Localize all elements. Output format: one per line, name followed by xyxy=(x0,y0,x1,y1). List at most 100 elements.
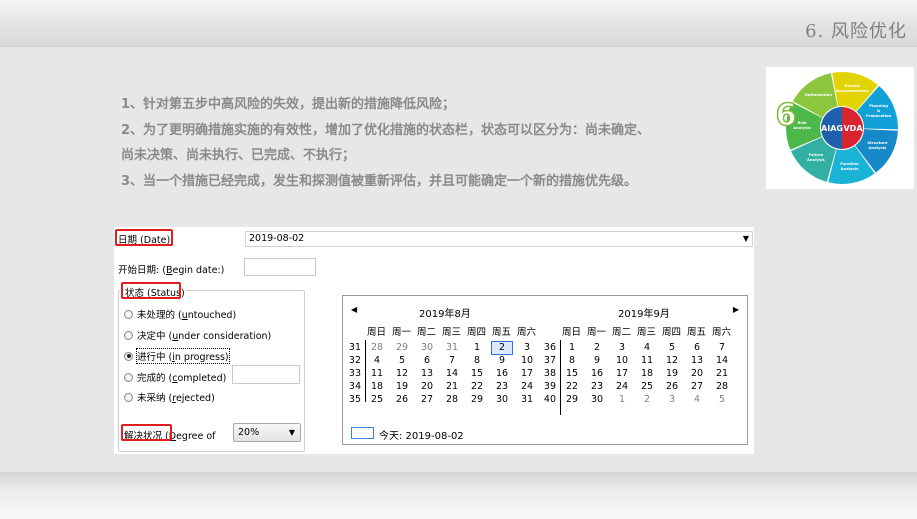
calendar-day[interactable]: 24 xyxy=(517,381,537,392)
calendar-day[interactable]: 19 xyxy=(392,381,412,392)
radio-under-consideration[interactable]: 决定中 (under consideration) xyxy=(124,328,271,342)
radio-untouched-button[interactable] xyxy=(124,309,133,319)
calendar-day[interactable]: 13 xyxy=(417,368,437,379)
calendar-day[interactable]: 21 xyxy=(442,381,462,392)
calendar-day[interactable]: 31 xyxy=(442,342,462,353)
calendar-day[interactable]: 29 xyxy=(467,394,487,405)
calendar-day[interactable]: 12 xyxy=(662,355,682,366)
chevron-down-icon[interactable]: ▼ xyxy=(289,428,295,437)
aiag-vda-wheel: Results Documentation Planning & Preparation… xyxy=(766,67,914,189)
calendar-day[interactable]: 10 xyxy=(612,355,632,366)
calendar-day[interactable]: 24 xyxy=(612,381,632,392)
week-number: 38 xyxy=(543,368,556,379)
calendar-day[interactable]: 4 xyxy=(687,394,707,405)
calendar-day[interactable]: 27 xyxy=(687,381,707,392)
degree-dropdown[interactable]: 20% ▼ xyxy=(233,423,301,442)
radio-rejected-button[interactable] xyxy=(124,392,133,402)
calendar-day[interactable]: 12 xyxy=(392,368,412,379)
calendar-day[interactable]: 11 xyxy=(637,355,657,366)
weekday-label: 周五 xyxy=(687,327,707,338)
calendar-day[interactable]: 14 xyxy=(442,368,462,379)
today-marker[interactable] xyxy=(351,427,374,439)
calendar-day[interactable]: 5 xyxy=(662,342,682,353)
calendar-day[interactable]: 7 xyxy=(442,355,462,366)
calendar-day[interactable]: 1 xyxy=(612,394,632,405)
calendar-day[interactable]: 1 xyxy=(467,342,487,353)
calendar-day[interactable]: 13 xyxy=(687,355,707,366)
radio-untouched[interactable]: 未处理的 (untouched) xyxy=(124,307,236,321)
radio-under-consideration-button[interactable] xyxy=(124,330,133,340)
today-label[interactable]: 今天: 2019-08-02 xyxy=(379,427,464,442)
calendar-day[interactable]: 25 xyxy=(637,381,657,392)
calendar-day[interactable]: 8 xyxy=(467,355,487,366)
calendar-day[interactable]: 9 xyxy=(492,355,512,366)
weekday-label: 周一 xyxy=(587,327,607,338)
next-month-icon[interactable]: ▶ xyxy=(733,305,739,314)
month-title: 2019年9月 xyxy=(618,309,670,320)
calendar-day[interactable]: 20 xyxy=(687,368,707,379)
calendar-day[interactable]: 21 xyxy=(712,368,732,379)
month-title: 2019年8月 xyxy=(419,309,471,320)
wheel-center-vda: VDA xyxy=(843,124,863,133)
calendar-day[interactable]: 6 xyxy=(687,342,707,353)
calendar-day[interactable]: 22 xyxy=(467,381,487,392)
calendar-day[interactable]: 14 xyxy=(712,355,732,366)
wheel-segment-label: Failure Analysis xyxy=(807,152,826,162)
calendar-day[interactable]: 27 xyxy=(417,394,437,405)
calendar-day[interactable]: 30 xyxy=(587,394,607,405)
calendar-day[interactable]: 3 xyxy=(517,342,537,353)
weekday-header: 周日 周一 周二 周三 周四 周五 周六 xyxy=(367,324,542,338)
calendar-day[interactable]: 28 xyxy=(367,342,387,353)
calendar-day[interactable]: 16 xyxy=(492,368,512,379)
radio-completed-button[interactable] xyxy=(124,372,133,382)
calendar-day[interactable]: 2 xyxy=(587,342,607,353)
prev-month-icon[interactable]: ◀ xyxy=(351,305,357,314)
calendar-day[interactable]: 11 xyxy=(367,368,387,379)
calendar-day[interactable]: 31 xyxy=(517,394,537,405)
calendar-day[interactable]: 16 xyxy=(587,368,607,379)
calendar-day[interactable]: 26 xyxy=(392,394,412,405)
calendar-day[interactable]: 4 xyxy=(367,355,387,366)
calendar-day[interactable]: 2 xyxy=(492,342,512,353)
date-combobox[interactable]: 2019-08-02 ▼ xyxy=(245,231,753,247)
calendar-day[interactable]: 22 xyxy=(562,381,582,392)
completed-date-input[interactable] xyxy=(232,365,300,384)
calendar-day[interactable]: 17 xyxy=(612,368,632,379)
calendar-day[interactable]: 25 xyxy=(367,394,387,405)
calendar-day[interactable]: 3 xyxy=(612,342,632,353)
radio-in-progress[interactable]: 进行中 (in progress) xyxy=(124,348,230,364)
calendar-day[interactable]: 5 xyxy=(392,355,412,366)
calendar-day[interactable]: 5 xyxy=(712,394,732,405)
calendar-day[interactable]: 30 xyxy=(417,342,437,353)
calendar-day[interactable]: 17 xyxy=(517,368,537,379)
calendar-day[interactable]: 18 xyxy=(637,368,657,379)
calendar-day[interactable]: 4 xyxy=(637,342,657,353)
calendar-day[interactable]: 15 xyxy=(562,368,582,379)
radio-in-progress-button[interactable] xyxy=(124,351,133,361)
calendar-day[interactable]: 8 xyxy=(562,355,582,366)
radio-completed[interactable]: 完成的 (completed) xyxy=(124,370,226,384)
chevron-down-icon[interactable]: ▼ xyxy=(743,234,749,243)
begin-date-input[interactable] xyxy=(244,258,316,276)
calendar-day[interactable]: 9 xyxy=(587,355,607,366)
calendar-day[interactable]: 23 xyxy=(587,381,607,392)
calendar-day[interactable]: 7 xyxy=(712,342,732,353)
calendar-day[interactable]: 6 xyxy=(417,355,437,366)
calendar-day[interactable]: 29 xyxy=(392,342,412,353)
calendar-day[interactable]: 28 xyxy=(712,381,732,392)
calendar-day[interactable]: 29 xyxy=(562,394,582,405)
radio-rejected[interactable]: 未采纳 (rejected) xyxy=(124,390,215,404)
highlight-date-label xyxy=(115,229,173,246)
calendar-day[interactable]: 20 xyxy=(417,381,437,392)
calendar-day[interactable]: 10 xyxy=(517,355,537,366)
calendar-day[interactable]: 2 xyxy=(637,394,657,405)
calendar-day[interactable]: 15 xyxy=(467,368,487,379)
calendar-day[interactable]: 1 xyxy=(562,342,582,353)
calendar-day[interactable]: 3 xyxy=(662,394,682,405)
calendar-day[interactable]: 23 xyxy=(492,381,512,392)
calendar-day[interactable]: 30 xyxy=(492,394,512,405)
calendar-day[interactable]: 28 xyxy=(442,394,462,405)
calendar-day[interactable]: 18 xyxy=(367,381,387,392)
calendar-day[interactable]: 26 xyxy=(662,381,682,392)
calendar-day[interactable]: 19 xyxy=(662,368,682,379)
